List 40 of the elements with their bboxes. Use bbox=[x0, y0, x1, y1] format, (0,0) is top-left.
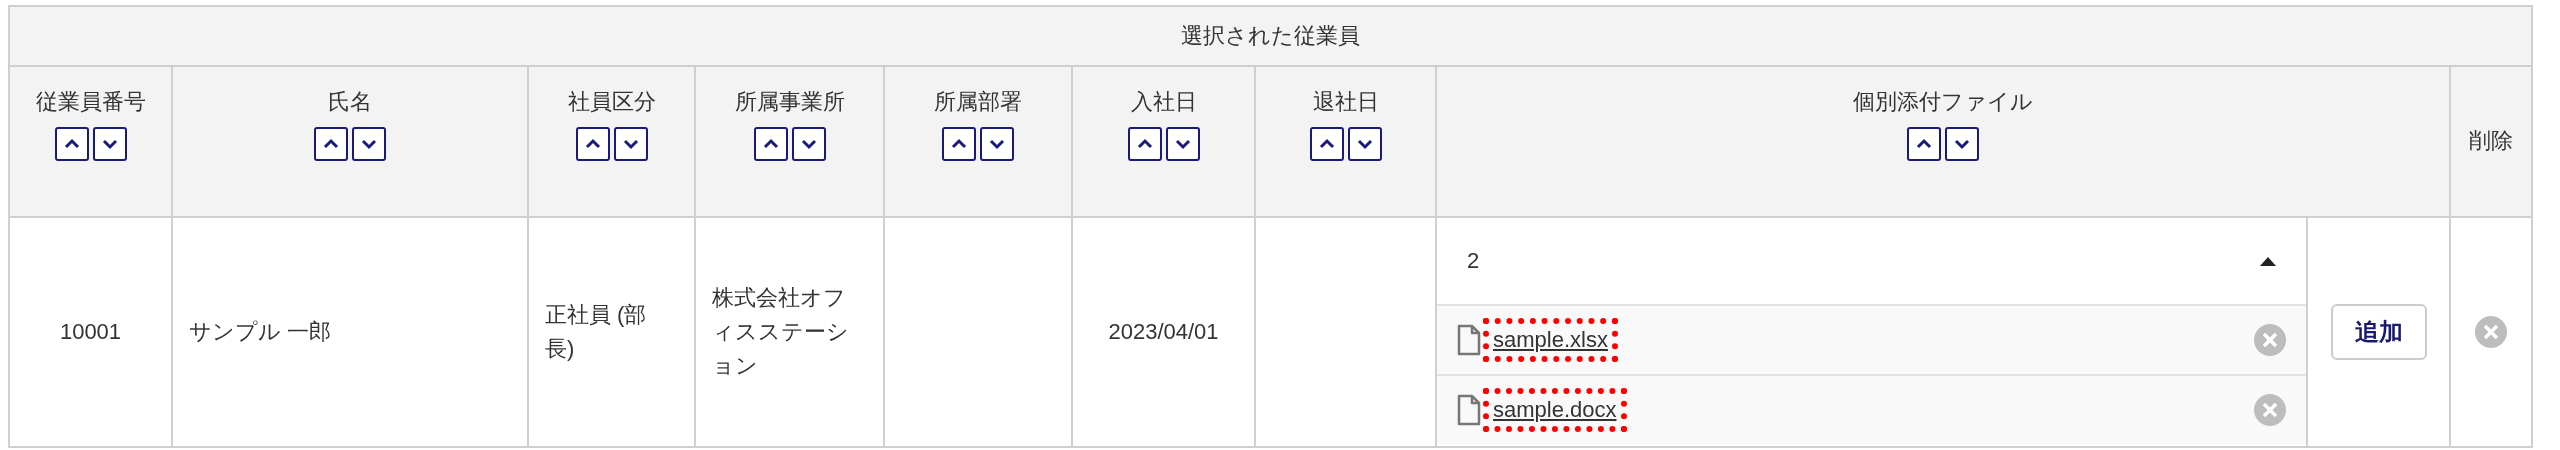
sort-ascending-button[interactable] bbox=[1309, 127, 1344, 161]
add-button[interactable]: 追加 bbox=[2330, 304, 2427, 360]
file-link[interactable]: sample.xlsx bbox=[1493, 326, 1608, 352]
sort-ascending-button[interactable] bbox=[1127, 127, 1162, 161]
sort-descending-button[interactable] bbox=[1165, 127, 1200, 161]
close-icon bbox=[2254, 324, 2286, 356]
column-header: 入社日 bbox=[1130, 88, 1197, 116]
document-icon bbox=[1457, 324, 1481, 356]
sort-descending-button[interactable] bbox=[352, 127, 386, 161]
column-header: 個別添付ファイル bbox=[1853, 88, 2033, 116]
table-cell: 正社員 (部長) bbox=[545, 301, 647, 361]
sort-ascending-button[interactable] bbox=[54, 127, 89, 161]
column-header: 削除 bbox=[2469, 127, 2513, 155]
table-cell: 10001 bbox=[59, 318, 122, 344]
attachment-count: 2 bbox=[1467, 246, 1480, 275]
sort-descending-button[interactable] bbox=[791, 127, 826, 161]
column-header: 社員区分 bbox=[567, 88, 656, 116]
close-icon bbox=[2254, 394, 2286, 426]
file-link[interactable]: sample.docx bbox=[1493, 396, 1617, 422]
column-header: 従業員番号 bbox=[35, 88, 146, 116]
column-header: 所属部署 bbox=[934, 88, 1022, 116]
column-header: 所属事業所 bbox=[734, 88, 845, 116]
sort-ascending-button[interactable] bbox=[314, 127, 348, 161]
close-icon bbox=[2475, 316, 2507, 348]
column-header: 氏名 bbox=[328, 88, 372, 116]
sort-descending-button[interactable] bbox=[980, 127, 1014, 161]
table-title: 選択された従業員 bbox=[1181, 23, 1360, 48]
sort-descending-button[interactable] bbox=[1945, 127, 1979, 161]
sort-descending-button[interactable] bbox=[613, 127, 648, 161]
sort-ascending-button[interactable] bbox=[575, 127, 610, 161]
sort-ascending-button[interactable] bbox=[942, 127, 976, 161]
sort-ascending-button[interactable] bbox=[1907, 127, 1941, 161]
sort-ascending-button[interactable] bbox=[753, 127, 788, 161]
table-cell: 2023/04/01 bbox=[1108, 318, 1219, 344]
sort-descending-button[interactable] bbox=[92, 127, 127, 161]
sort-descending-button[interactable] bbox=[1347, 127, 1382, 161]
column-header: 退社日 bbox=[1312, 88, 1379, 116]
table-cell: サンプル 一郎 bbox=[189, 318, 332, 344]
document-icon bbox=[1457, 394, 1481, 426]
table-cell: 株式会社オフィスステーション bbox=[712, 284, 849, 379]
